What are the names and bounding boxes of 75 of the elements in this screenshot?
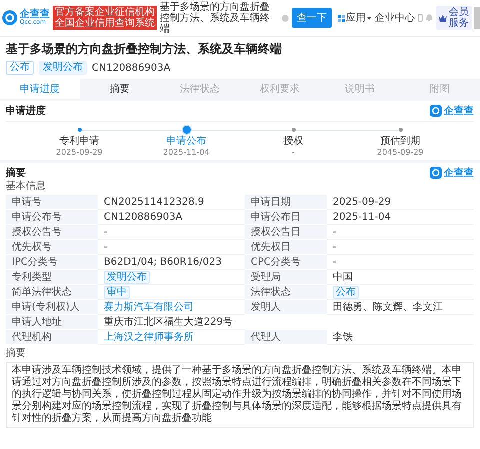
field-value: - bbox=[327, 255, 474, 270]
section-title: 摘要 bbox=[6, 166, 26, 180]
step-date: 2025-09-29 bbox=[56, 148, 103, 157]
field-value: - bbox=[98, 240, 245, 255]
company-link[interactable]: 上海汉之律师事务所 bbox=[98, 330, 245, 345]
field-label: 代理人 bbox=[245, 330, 327, 345]
abstract-text: 本申请涉及车辆控制技术领域，提供了一种基于多场景的方向盘折叠控制方法、系统及车辆终端。本申请通过对方向盘折叠控制所涉及的参数，按照场景特点进行流程编排，明确折叠相关参数在不同场景下的执行逻辑与协同关系，使折叠控制过程从固定动作升级为按场景编排的协同操作，并针对不同使用场景分别构建对应的场景控制流程，实现了折叠控制与具体场景的深度适配，能够根据场景特点提供具有针对性的折叠方案，从而提高方向盘折叠功能 bbox=[6, 362, 474, 428]
status-tag: 发明公布 bbox=[39, 61, 87, 75]
field-label: 申请(专利权)人 bbox=[6, 300, 98, 315]
status-tag: 发明公布 bbox=[104, 270, 150, 284]
member-button[interactable]: 会员 服务 bbox=[436, 6, 472, 30]
apps-menu[interactable]: 应用 bbox=[338, 11, 372, 25]
field-label: 优先权日 bbox=[245, 240, 327, 255]
credit-badge: 官方备案企业征信机构 全国企业信用查询系统 bbox=[53, 6, 157, 30]
logo-icon bbox=[430, 105, 442, 117]
status-tag: 审中 bbox=[104, 286, 130, 298]
field-label: 受理局 bbox=[245, 270, 327, 285]
field-value: 中国 bbox=[327, 270, 474, 285]
subsection-title: 摘要 bbox=[6, 348, 27, 360]
phone-icon[interactable] bbox=[418, 14, 424, 22]
field-label: 专利类型 bbox=[6, 270, 98, 285]
field-value: 2025-09-29 bbox=[327, 195, 474, 210]
field-value: - bbox=[98, 225, 245, 240]
section-title: 申请进度 bbox=[6, 104, 46, 118]
field-label: 发明人 bbox=[245, 300, 327, 315]
brand-mark: 企查查 bbox=[430, 104, 474, 118]
field-label: IPC分类号 bbox=[6, 255, 98, 270]
status-tag: 公布 bbox=[333, 286, 359, 298]
step-label: 专利申请 bbox=[60, 136, 100, 148]
field-label: 优先权号 bbox=[6, 240, 98, 255]
crown-icon bbox=[439, 14, 447, 22]
field-value: CN202511412328.9 bbox=[98, 195, 245, 210]
step-label: 授权 bbox=[284, 136, 304, 148]
field-value: 重庆市江北区福生大道229号 bbox=[98, 315, 245, 330]
field-label: 申请人地址 bbox=[6, 315, 98, 330]
field-value: CN120886903A bbox=[98, 210, 245, 225]
clear-icon[interactable] bbox=[282, 14, 290, 22]
field-label: 申请日期 bbox=[245, 195, 327, 210]
step-label: 申请公布 bbox=[166, 136, 206, 148]
field-label: 法律状态 bbox=[245, 285, 327, 300]
scrollbar[interactable] bbox=[474, 7, 480, 29]
field-label: 授权公告日 bbox=[245, 225, 327, 240]
field-label: 申请公布号 bbox=[6, 210, 98, 225]
step-date: 2045-09-29 bbox=[377, 148, 424, 157]
subsection-title: 基本信息 bbox=[6, 181, 47, 193]
logo-icon bbox=[430, 167, 442, 179]
company-link[interactable]: 赛力斯汽车有限公司 bbox=[98, 300, 245, 315]
field-label: 简单法律状态 bbox=[6, 285, 98, 300]
field-value: - bbox=[327, 240, 474, 255]
field-label: 授权公告号 bbox=[6, 225, 98, 240]
patent-title: 基于多场景的方向盘折叠控制方法、系统及车辆终端 bbox=[6, 41, 283, 58]
search-button[interactable]: 查一下 bbox=[292, 8, 332, 28]
brand-mark: 企查查 bbox=[430, 166, 474, 180]
field-value: 李铁 bbox=[327, 330, 474, 345]
tab[interactable]: 申请进度 bbox=[0, 79, 80, 99]
field-value: 田德勇、陈文辉、李文江 bbox=[327, 300, 474, 315]
field-value: - bbox=[327, 225, 474, 240]
field-label: 代理机构 bbox=[6, 330, 98, 345]
field-label: 申请号 bbox=[6, 195, 98, 210]
step-label: 预估到期 bbox=[380, 136, 420, 148]
field-label: CPC分类号 bbox=[245, 255, 327, 270]
logo-name: 企查查 bbox=[20, 10, 50, 20]
grid-icon bbox=[338, 14, 346, 22]
step-date: 2025-11-04 bbox=[163, 148, 210, 157]
bell-icon[interactable] bbox=[426, 14, 433, 22]
status-tag: 公布 bbox=[6, 61, 34, 75]
caret-icon bbox=[367, 16, 372, 20]
field-value: 2025-11-04 bbox=[327, 210, 474, 225]
enterprise-center-link[interactable]: 企业中心 bbox=[375, 11, 416, 25]
publication-number: CN120886903A bbox=[92, 62, 171, 74]
field-value: B62D1/04; B60R16/023 bbox=[98, 255, 245, 270]
step-date: - bbox=[292, 148, 295, 157]
tab[interactable]: 摘要 bbox=[80, 79, 160, 99]
field-label: 申请公布日 bbox=[245, 210, 327, 225]
search-field[interactable]: 基于多场景的方向盘折叠控制方法、系统及车辆终端 bbox=[160, 2, 280, 34]
